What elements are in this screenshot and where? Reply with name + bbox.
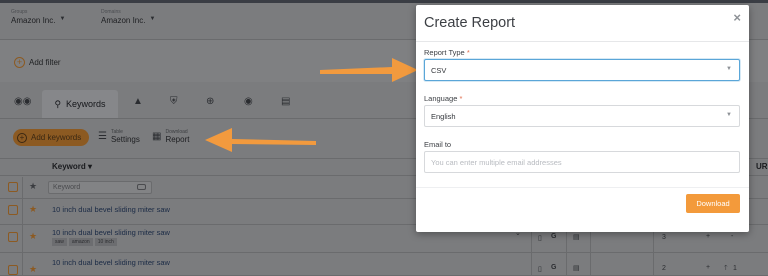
- divider: [416, 187, 749, 188]
- download-report-label: Report: [165, 135, 190, 144]
- top-bar: [0, 0, 768, 3]
- plus-icon: +: [706, 233, 711, 240]
- group-selector[interactable]: Groups Amazon Inc. ▼: [11, 9, 65, 25]
- arrow-up-icon: 🡑: [724, 265, 728, 272]
- tag-icon[interactable]: ◉: [244, 96, 253, 107]
- add-filter-label: Add filter: [29, 58, 61, 67]
- us-flag-icon: ▤: [573, 234, 580, 241]
- add-keywords-button[interactable]: + Add keywords: [13, 129, 90, 146]
- create-report-modal: Create Report × Report Type * CSV ▼ Lang…: [416, 5, 749, 232]
- required-mark: *: [459, 94, 463, 103]
- plus-icon: +: [17, 132, 27, 143]
- us-flag-icon: ▤: [573, 265, 580, 272]
- tag-filter-icon[interactable]: [137, 184, 146, 190]
- plus-icon: +: [706, 264, 711, 271]
- clipboard-icon[interactable]: ▤: [281, 96, 290, 107]
- add-keywords-label: Add keywords: [31, 133, 82, 142]
- plus-icon: +: [14, 57, 25, 68]
- close-icon[interactable]: ×: [733, 10, 741, 25]
- report-type-select[interactable]: CSV ▼: [424, 59, 740, 81]
- domain-selector[interactable]: Domains Amazon Inc. ▼: [101, 9, 155, 25]
- tab-keywords-label: Keywords: [66, 99, 106, 109]
- keyword-link[interactable]: 10 inch dual bevel sliding miter saw: [52, 258, 170, 267]
- report-icon: ▦: [152, 131, 162, 142]
- language-value: English: [431, 111, 456, 121]
- domain-value: Amazon Inc.: [101, 16, 146, 25]
- chevron-down-icon: ▼: [726, 112, 732, 118]
- download-report-button[interactable]: ▦ Download Report: [152, 129, 189, 144]
- table-settings-button[interactable]: ☰ Table Settings: [98, 129, 140, 144]
- domain-caption: Domains: [101, 9, 121, 15]
- trophy-icon[interactable]: ⛨: [170, 96, 178, 107]
- dash-icon: -: [731, 233, 734, 240]
- crosshair-icon[interactable]: ⊕: [206, 96, 214, 107]
- position-value: 3: [662, 234, 666, 241]
- keyword-link[interactable]: 10 inch dual bevel sliding miter saw: [52, 205, 170, 214]
- group-value: Amazon Inc.: [11, 16, 56, 25]
- row-checkbox[interactable]: [8, 265, 18, 275]
- google-icon: G: [551, 264, 557, 271]
- tag-list: saw amazon 10 inch: [52, 238, 117, 246]
- star-icon[interactable]: ★: [29, 204, 37, 215]
- required-mark: *: [466, 48, 470, 57]
- position-value: 2: [662, 265, 666, 272]
- tag[interactable]: saw: [52, 238, 67, 246]
- chevron-down-icon: ▼: [149, 16, 156, 22]
- sliders-icon: ☰: [98, 131, 107, 142]
- search-icon: ⚲: [54, 98, 62, 109]
- tag[interactable]: amazon: [68, 238, 93, 246]
- binoculars-icon[interactable]: ◉◉: [14, 96, 31, 107]
- position-change: 1: [733, 265, 737, 272]
- table-settings-label: Settings: [110, 135, 140, 144]
- star-icon[interactable]: ★: [29, 264, 37, 275]
- divider: [416, 41, 749, 42]
- modal-title: Create Report: [424, 15, 516, 31]
- email-placeholder: You can enter multiple email addresses: [431, 157, 562, 167]
- report-type-label: Report Type *: [424, 48, 470, 57]
- email-label: Email to: [424, 140, 452, 149]
- language-label: Language *: [424, 94, 463, 103]
- chevron-down-icon: ▼: [726, 66, 732, 72]
- tag[interactable]: 10 inch: [94, 238, 117, 246]
- row-checkbox[interactable]: [8, 232, 18, 242]
- mobile-icon: ▯: [538, 235, 542, 242]
- download-button[interactable]: Download: [686, 194, 740, 213]
- chevron-down-icon: ▼: [59, 16, 66, 22]
- row-checkbox[interactable]: [8, 205, 18, 215]
- group-caption: Groups: [11, 9, 28, 15]
- google-icon: G: [551, 233, 557, 240]
- flask-icon[interactable]: ▲: [133, 96, 143, 107]
- email-input[interactable]: You can enter multiple email addresses: [424, 151, 740, 173]
- add-filter-button[interactable]: + Add filter: [14, 57, 61, 68]
- url-column-header[interactable]: UR: [756, 162, 768, 171]
- language-select[interactable]: English ▼: [424, 105, 740, 127]
- keyword-link[interactable]: 10 inch dual bevel sliding miter saw: [52, 228, 170, 237]
- star-icon[interactable]: ★: [29, 231, 37, 242]
- tab-keywords[interactable]: ⚲ Keywords: [42, 90, 118, 118]
- report-type-value: CSV: [431, 65, 447, 75]
- mobile-icon: ▯: [538, 266, 542, 273]
- keyword-column-header[interactable]: Keyword ▾: [52, 162, 92, 171]
